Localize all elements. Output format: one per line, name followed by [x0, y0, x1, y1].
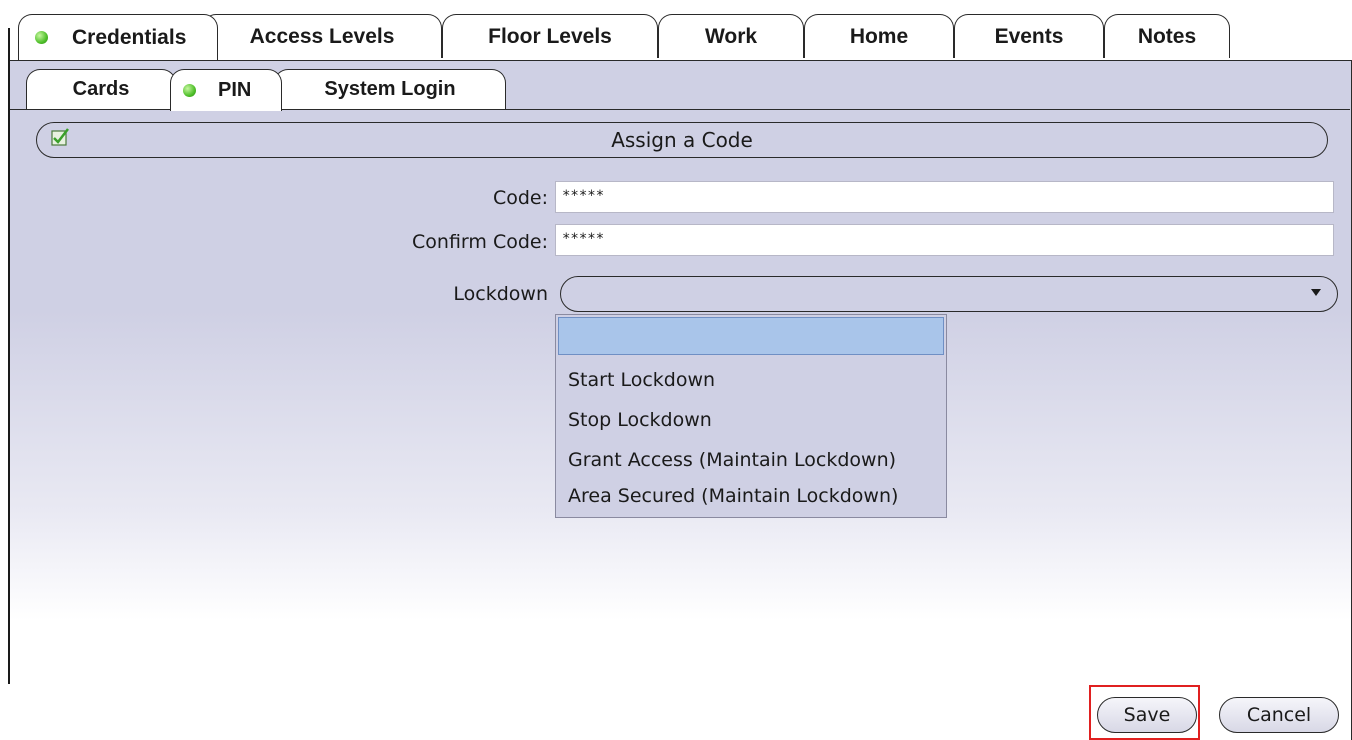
dropdown-option-stop-lockdown[interactable]: Stop Lockdown: [568, 409, 712, 431]
chevron-down-icon[interactable]: [1311, 289, 1321, 296]
tab-access-levels[interactable]: Access Levels: [202, 14, 442, 58]
tab-label: Notes: [1137, 24, 1197, 48]
tab-system-login[interactable]: System Login: [274, 69, 506, 109]
tab-credentials[interactable]: Credentials: [18, 14, 218, 60]
tab-events[interactable]: Events: [954, 14, 1104, 58]
dropdown-option-area-secured[interactable]: Area Secured (Maintain Lockdown): [568, 485, 898, 507]
status-green-icon: [35, 31, 48, 44]
tab-label: PIN: [218, 79, 252, 101]
lockdown-label: Lockdown: [453, 283, 548, 305]
code-field[interactable]: *****: [555, 181, 1334, 213]
status-green-icon: [183, 84, 196, 97]
save-button[interactable]: Save: [1097, 697, 1197, 733]
tab-notes[interactable]: Notes: [1104, 14, 1230, 58]
code-label: Code:: [492, 187, 548, 209]
dropdown-option-grant-access[interactable]: Grant Access (Maintain Lockdown): [568, 449, 896, 471]
confirm-code-field[interactable]: *****: [555, 224, 1334, 256]
dropdown-option-start-lockdown[interactable]: Start Lockdown: [568, 369, 715, 391]
tab-work[interactable]: Work: [658, 14, 804, 58]
tab-home[interactable]: Home: [804, 14, 954, 58]
section-title: Assign a Code: [611, 128, 753, 152]
tab-label: Access Levels: [249, 24, 395, 48]
lockdown-select[interactable]: [560, 276, 1338, 312]
confirm-code-label: Confirm Code:: [412, 231, 548, 253]
tab-label: Work: [704, 24, 758, 48]
tab-label: Cards: [72, 78, 130, 100]
tab-label: Credentials: [72, 25, 187, 49]
tab-label: Home: [849, 24, 909, 48]
tab-label: Events: [994, 24, 1064, 48]
tab-label: System Login: [324, 78, 456, 100]
cancel-button[interactable]: Cancel: [1219, 697, 1339, 733]
tab-pin[interactable]: PIN: [170, 69, 282, 111]
tab-floor-levels[interactable]: Floor Levels: [442, 14, 658, 58]
tab-label: Floor Levels: [488, 24, 612, 48]
lockdown-dropdown-list: Start Lockdown Stop Lockdown Grant Acces…: [555, 314, 947, 518]
dropdown-option-empty[interactable]: [558, 317, 944, 355]
checkbox-checked-icon[interactable]: [51, 128, 69, 146]
assign-code-section-header[interactable]: Assign a Code: [36, 122, 1328, 158]
tab-cards[interactable]: Cards: [26, 69, 176, 109]
